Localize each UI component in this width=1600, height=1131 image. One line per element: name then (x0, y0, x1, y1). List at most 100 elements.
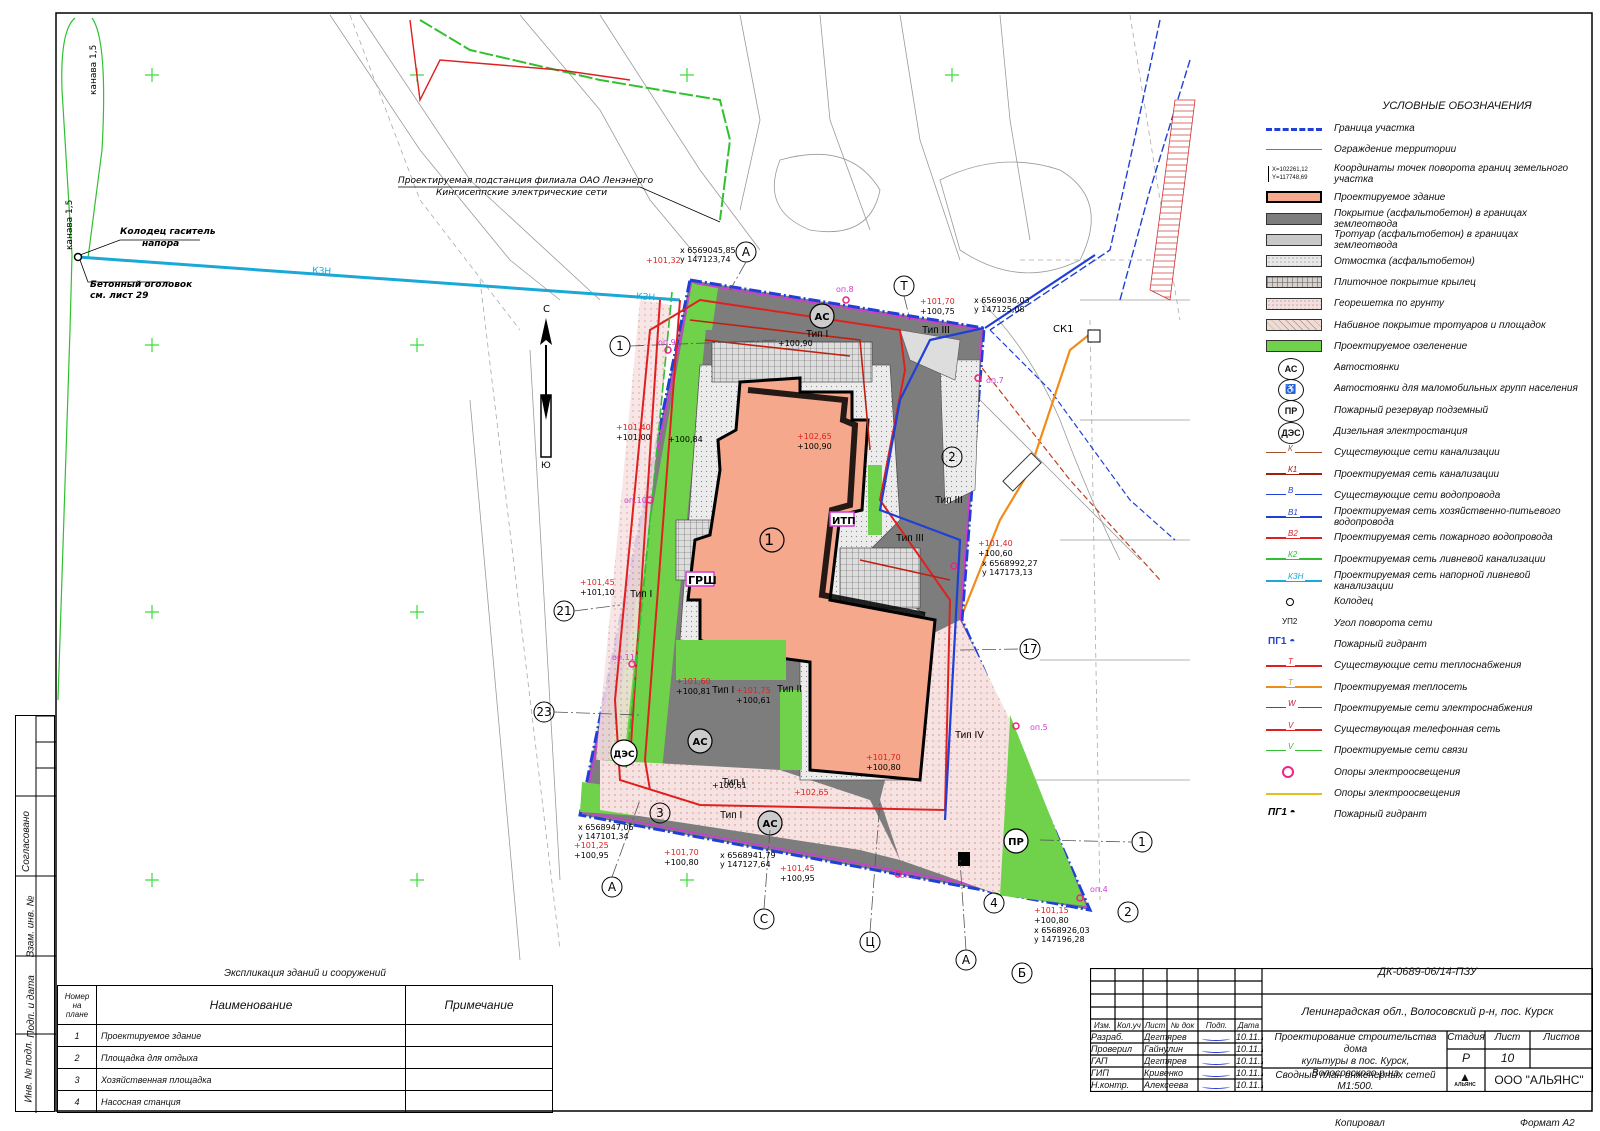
legend-symbol: ПГ1 ◓ (1262, 805, 1324, 825)
svg-text:3: 3 (656, 806, 664, 820)
signature-icon (1202, 1036, 1230, 1041)
legend-item: Покрытие (асфальтобетон) в границах земл… (1262, 208, 1592, 230)
company-name: ООО "АЛЬЯНС" (1494, 1073, 1584, 1087)
legend-text: Проектируемая сеть пожарного водопровода (1334, 532, 1553, 544)
legend-text: Опоры электроосвещения (1334, 766, 1461, 778)
svg-text:оп.5: оп.5 (1030, 723, 1048, 732)
svg-text:х 6568941,79у 147127,64: х 6568941,79 у 147127,64 (720, 851, 776, 869)
svg-text:+100,90: +100,90 (778, 339, 813, 348)
legend-text: Координаты точек поворота границ земельн… (1334, 162, 1569, 185)
stamp-date: 10.11.16 (1236, 1044, 1263, 1054)
legend-item: В1 Проектируемая сеть хозяйственно-питьев… (1262, 506, 1592, 528)
inv-label: Инв. № подл. (23, 1040, 35, 1103)
legend-line-label: КЗН (1286, 571, 1306, 581)
stamp-name: Гайнулин (1144, 1044, 1183, 1054)
stage-header: Стадия (1447, 1032, 1485, 1043)
svg-text:+101,60: +101,60 (676, 677, 711, 686)
legend-item: ♿ Автостоянки для маломобильных групп нас… (1262, 378, 1592, 401)
svg-text:+101,40: +101,40 (616, 423, 651, 432)
svg-text:х 6568947,06у 147101,34: х 6568947,06 у 147101,34 (578, 823, 634, 841)
north-arrow (540, 318, 552, 458)
svg-text:А: А (742, 245, 751, 259)
title-block: ДК-0689-06/14-ПЗУ Ленинградская обл., Во… (1090, 966, 1593, 1112)
stamp-date: 10.11.16 (1236, 1080, 1263, 1090)
table-row: 3 Хозяйственная площадка (57, 1068, 553, 1091)
existing-rail (1149, 99, 1196, 301)
stamp-date: 10.11.16 (1236, 1056, 1263, 1066)
legend-circle: ПР (1278, 400, 1304, 423)
svg-text:23: 23 (536, 705, 551, 719)
legend-symbol: К2 (1262, 549, 1324, 569)
legend-symbol: ♿ (1262, 378, 1324, 401)
svg-text:+100,80: +100,80 (866, 763, 901, 772)
kzn-label: КЗН (312, 266, 332, 277)
legend-symbol (1262, 251, 1324, 271)
legend-text: Проектируемые сети связи (1334, 745, 1468, 757)
north-label: С (543, 304, 550, 315)
light-pole-icon (1282, 766, 1294, 779)
legend-line-label: К (1286, 443, 1295, 453)
ditch-label-2: канава 1,5 (65, 200, 75, 250)
stamp-head-cell: Подп. (1205, 1021, 1228, 1030)
signature-icon (1202, 1048, 1230, 1053)
sheet-title-line-1: Сводный план инженерных сетей (1275, 1070, 1436, 1081)
legend-text: Проектируемая сеть напорной ливневой кан… (1334, 569, 1531, 592)
legend-text: Проектируемое здание (1334, 191, 1446, 203)
legend-line-label: Т (1286, 678, 1295, 688)
stamp-head-cell: Дата (1237, 1021, 1260, 1030)
hydrant-icon: ПГ1 ◓ (1268, 636, 1296, 648)
legend-item: Проектируемое озеленение (1262, 336, 1592, 357)
hydrant-label: ПГ1 (1268, 806, 1287, 818)
svg-text:+101,45: +101,45 (780, 864, 815, 873)
stamp-head-cell: № док (1170, 1021, 1195, 1030)
svg-text:+100,95: +100,95 (574, 851, 609, 860)
legend-symbol (1262, 336, 1324, 356)
legend-symbol: К1 (1262, 464, 1324, 484)
legend-item: К2 Проектируемая сеть ливневой канализаци… (1262, 549, 1592, 570)
svg-text:оп.7: оп.7 (986, 376, 1004, 385)
ck1-box (1087, 329, 1101, 343)
legend-text: Существующие сети канализации (1334, 447, 1500, 459)
legend-item: Опоры электроосвещения (1262, 762, 1592, 783)
legend-symbol (1262, 272, 1324, 292)
legend-line-label: К2 (1286, 550, 1300, 560)
svg-text:Тип I: Тип I (712, 685, 734, 696)
legend-text: Пожарный гидрант (1334, 809, 1427, 821)
legend-text: Автостоянки (1334, 362, 1400, 374)
legend-item: Георешетка по грунту (1262, 293, 1592, 314)
kolodets-label-1: Колодец гаситель (120, 227, 216, 237)
legend-line-label: В (1286, 486, 1296, 496)
stamp-head-cell: Кол.уч (1117, 1021, 1141, 1030)
legend-item: ПР Пожарный резервуар подземный (1262, 400, 1592, 423)
stamp-name: Кривенко (1144, 1068, 1184, 1078)
sheets-header: Листов (1543, 1032, 1580, 1043)
soglasovano-label: Согласовано (21, 811, 32, 872)
svg-text:Тип I: Тип I (720, 810, 742, 821)
legend-text: Набивное покрытие тротуаров и площадок (1334, 319, 1546, 331)
svg-text:Тип I: Тип I (630, 589, 652, 600)
grsh-label: ГРШ (688, 574, 717, 587)
existing-red-line (409, 19, 631, 103)
legend-line-label: К1 (1286, 465, 1300, 475)
legend-item: Т Проектируемая теплосеть (1262, 676, 1592, 697)
svg-text:+100,81: +100,81 (676, 687, 711, 696)
legend-symbol: V (1262, 720, 1324, 740)
legend-text: Существующие сети водопровода (1334, 489, 1501, 501)
substation-label-2: Кингисеппские электрические сети (436, 188, 607, 198)
svg-text:+100,75: +100,75 (920, 307, 955, 316)
explication: Экспликация зданий и сооружений Номер на… (57, 968, 553, 1113)
greenery-court-2 (676, 640, 786, 680)
legend-item: Отмостка (асфальтобетон) (1262, 250, 1592, 271)
existing-water-line (989, 19, 1161, 331)
stamp-role: Проверил (1091, 1044, 1133, 1054)
stamp-name: Дегтярев (1144, 1032, 1187, 1042)
legend-item: ПГ1 ◓ Пожарный гидрант (1262, 634, 1592, 655)
legend-symbol: КЗН (1262, 571, 1324, 591)
legend-item: ПГ1 ◓ Пожарный гидрант (1262, 804, 1592, 825)
svg-text:+100,61: +100,61 (736, 696, 771, 705)
svg-text:+101,15: +101,15 (1034, 906, 1069, 915)
svg-text:Тип III: Тип III (896, 533, 924, 544)
legend-item: К1 Проектируемая сеть канализации (1262, 463, 1592, 484)
svg-text:+102,65: +102,65 (797, 432, 832, 441)
legend-symbol: ДЭС (1262, 421, 1324, 444)
